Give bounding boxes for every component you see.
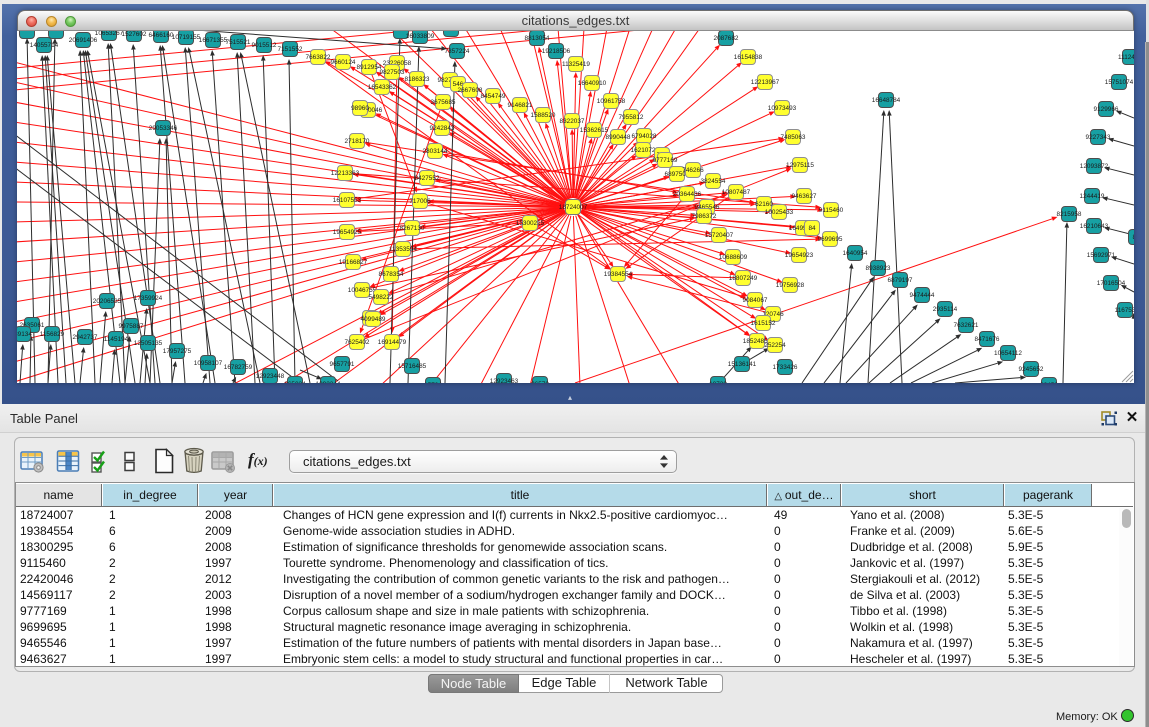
svg-text:85: 85: [1132, 234, 1134, 241]
